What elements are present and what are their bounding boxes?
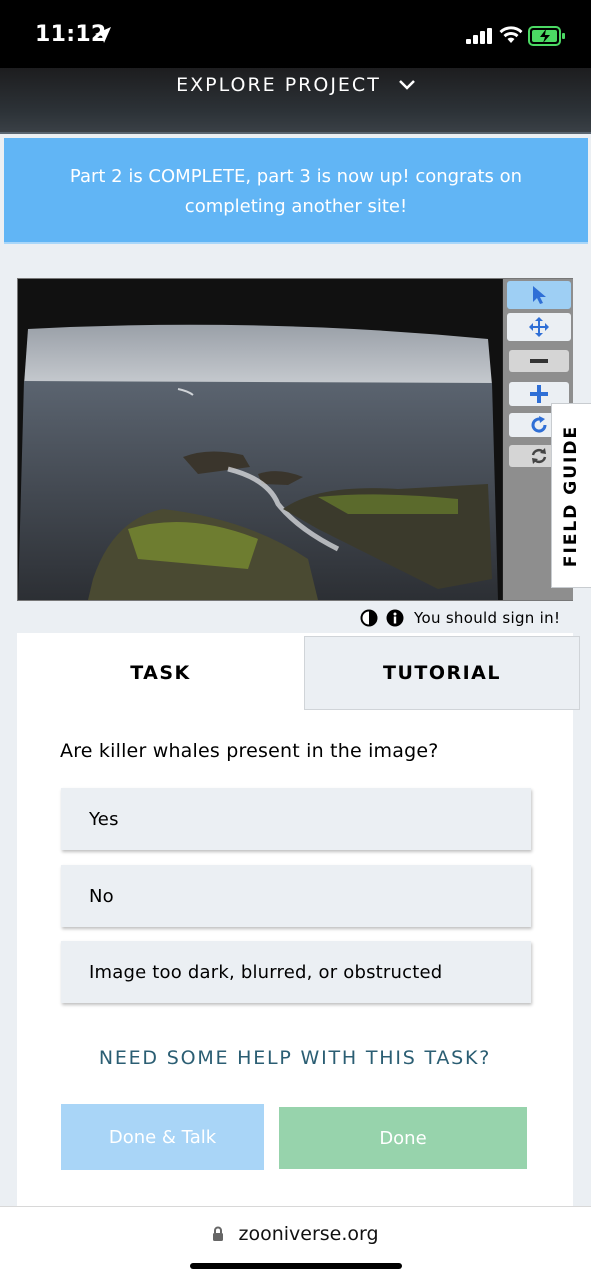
move-icon (529, 317, 549, 337)
sign-in-notice[interactable]: You should sign in! (414, 609, 560, 627)
task-panel: TASK TUTORIAL Are killer whales present … (17, 633, 580, 1208)
pointer-icon (533, 286, 546, 304)
battery-charging-icon (528, 26, 565, 46)
pointer-tool[interactable] (507, 281, 571, 309)
meta-row: You should sign in! (360, 605, 580, 631)
rotate-icon (531, 416, 547, 433)
status-bar: 11:12 (0, 0, 591, 70)
home-indicator[interactable] (190, 1263, 402, 1269)
tab-tutorial[interactable]: TUTORIAL (304, 636, 580, 710)
subject-viewer[interactable] (17, 278, 573, 601)
tab-task[interactable]: TASK (17, 636, 304, 710)
zoom-in-icon (530, 385, 548, 403)
move-tool[interactable] (507, 313, 571, 341)
subject-image[interactable] (18, 279, 502, 600)
url-text: zooniverse.org (238, 1223, 379, 1245)
lock-icon (213, 1226, 224, 1241)
project-header: EXPLORE PROJECT (0, 68, 591, 134)
help-link[interactable]: NEED SOME HELP WITH THIS TASK? (17, 1047, 573, 1069)
browser-address-bar: zooniverse.org (0, 1206, 591, 1280)
field-guide-tab[interactable]: FIELD GUIDE (551, 403, 591, 588)
answer-no-button[interactable]: No (61, 865, 531, 927)
zoom-out-tool[interactable] (509, 350, 569, 372)
answer-yes-button[interactable]: Yes (61, 788, 531, 850)
task-question: Are killer whales present in the image? (60, 740, 439, 762)
announcement-banner: Part 2 is COMPLETE, part 3 is now up! co… (4, 138, 588, 244)
info-icon[interactable] (386, 609, 404, 627)
explore-project-label: EXPLORE PROJECT (176, 74, 381, 96)
done-button[interactable]: Done (279, 1107, 527, 1169)
done-and-talk-button[interactable]: Done & Talk (61, 1104, 264, 1170)
answer-obstructed-button[interactable]: Image too dark, blurred, or obstructed (61, 941, 531, 1003)
wifi-icon (499, 26, 523, 43)
location-arrow-icon (95, 27, 111, 43)
chevron-down-icon (398, 80, 415, 90)
explore-project-menu[interactable]: EXPLORE PROJECT (0, 74, 591, 96)
zoom-out-icon (530, 359, 548, 363)
signal-icon (466, 28, 492, 44)
url-field[interactable]: zooniverse.org (0, 1223, 591, 1245)
field-guide-label: FIELD GUIDE (561, 424, 582, 567)
reset-icon (531, 448, 547, 464)
contrast-icon[interactable] (360, 609, 378, 627)
